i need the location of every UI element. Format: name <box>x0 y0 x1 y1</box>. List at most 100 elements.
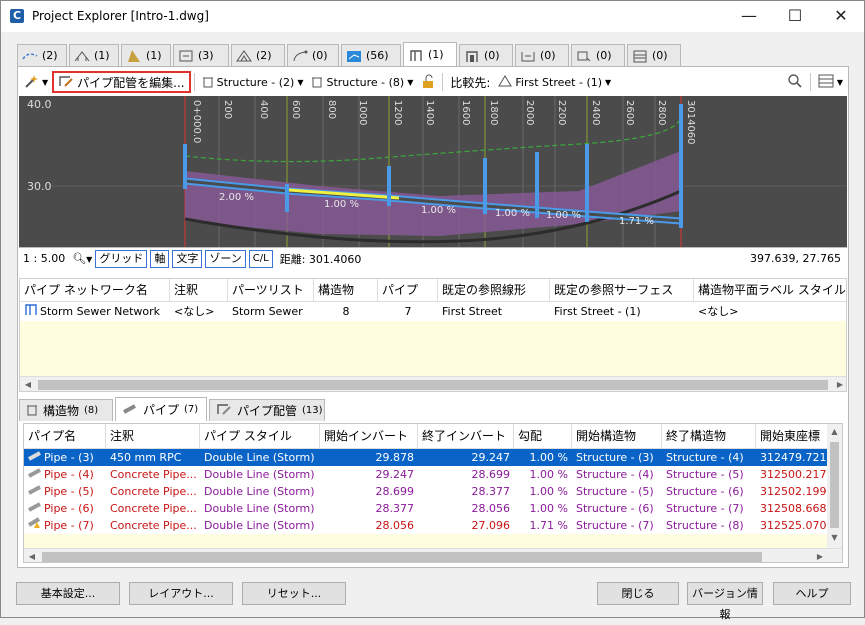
tab-point-groups[interactable]: (0) <box>571 44 625 66</box>
slope-label: 1.00 % <box>546 210 581 221</box>
column-header[interactable]: 構造物 <box>314 279 378 302</box>
tab-count: (8) <box>84 405 99 416</box>
scrollbar-thumb[interactable] <box>42 552 762 562</box>
slope-label: 1.00 % <box>421 205 456 216</box>
zoom-dropdown[interactable]: 🔍︎▼ <box>72 252 92 265</box>
tab-sections[interactable]: (0) <box>515 44 569 66</box>
table-cell: 27.096 <box>471 519 511 532</box>
centerline-toggle[interactable]: C/L <box>248 249 273 268</box>
column-header[interactable]: 勾配 <box>514 424 572 449</box>
pipe-run-icon <box>216 402 232 419</box>
start-structure-dropdown[interactable]: Structure - (2) ▼ <box>198 71 308 93</box>
column-header[interactable]: 終了構造物 <box>662 424 756 449</box>
tab-profile-views[interactable]: (56) <box>341 44 401 66</box>
horizontal-scrollbar[interactable]: ◀ ▶ <box>20 376 846 391</box>
pipe-icon <box>122 403 138 417</box>
view-options-dropdown[interactable]: ▼ <box>814 71 847 93</box>
scrollbar-thumb[interactable] <box>830 442 839 528</box>
tab-pipe-runs[interactable]: パイプ配管 (13) <box>209 399 325 421</box>
column-header[interactable]: パイプ スタイル <box>200 424 320 449</box>
column-header[interactable]: パイプ ネットワーク名 <box>20 279 170 302</box>
tab-bridges[interactable]: (1) <box>69 44 119 66</box>
tab-alignments[interactable]: (2) <box>17 44 67 66</box>
table-row[interactable]: Pipe - (7) Concrete Pipe... Double Line … <box>24 517 830 534</box>
alignment-icon <box>498 74 513 91</box>
pipes-grid-header: パイプ名 注釈 パイプ スタイル 開始インバート 終了インバート 勾配 開始構造… <box>24 424 842 449</box>
tab-structures[interactable]: 構造物 (8) <box>19 399 113 421</box>
end-structure-dropdown[interactable]: Structure - (8) ▼ <box>307 71 417 93</box>
pipe-name-cell: Pipe - (7) <box>24 517 106 534</box>
profile-toolbar: ▼ パイプ配管を編集... Structure - (2) ▼ Structur… <box>19 69 847 95</box>
table-row[interactable]: Pipe - (6) Concrete Pipe... Double Line … <box>24 500 830 517</box>
scroll-down-icon[interactable]: ▼ <box>827 530 842 546</box>
civil3d-app-icon: C <box>10 9 24 23</box>
tab-pressure-networks[interactable]: (0) <box>459 44 513 66</box>
column-header[interactable]: 既定の参照線形 <box>438 279 550 302</box>
column-header[interactable]: パーツリスト <box>228 279 314 302</box>
column-header[interactable]: パイプ名 <box>24 424 106 449</box>
text-toggle[interactable]: 文字 <box>172 249 203 268</box>
scroll-right-icon[interactable]: ▶ <box>812 549 828 562</box>
column-header[interactable]: パイプ <box>378 279 438 302</box>
column-header[interactable]: 開始東座標 <box>756 424 830 449</box>
table-row[interactable]: Storm Sewer Network <なし> Storm Sewer 8 7… <box>20 302 846 321</box>
maximize-button[interactable]: ☐ <box>772 1 818 32</box>
table-row[interactable]: Pipe - (4) Concrete Pipe... Double Line … <box>24 466 830 483</box>
options-dropdown[interactable]: ▼ <box>19 71 52 93</box>
column-header[interactable]: 注釈 <box>170 279 228 302</box>
tab-pipe-networks[interactable]: (1) <box>403 42 457 66</box>
scale-value[interactable]: 1 : 5.00 <box>23 252 65 265</box>
tab-surfaces[interactable]: (2) <box>231 44 285 66</box>
slope-label: 1.00 % <box>495 208 530 219</box>
zoom-button[interactable] <box>783 71 807 93</box>
close-window-button[interactable]: ✕ <box>818 1 864 32</box>
scroll-up-icon[interactable]: ▲ <box>827 424 842 440</box>
grid-toggle[interactable]: グリッド <box>95 249 148 268</box>
zone-toggle[interactable]: ゾーン <box>205 249 246 268</box>
scroll-left-icon[interactable]: ◀ <box>20 377 36 391</box>
tab-pipes[interactable]: パイプ (7) <box>115 397 207 421</box>
column-header[interactable]: 構造物平面ラベル スタイル <box>694 279 846 302</box>
tab-featurelines[interactable]: (0) <box>287 44 339 66</box>
reset-button[interactable]: リセット... <box>242 582 346 605</box>
table-row[interactable]: Pipe - (5) Concrete Pipe... Double Line … <box>24 483 830 500</box>
version-info-button[interactable]: バージョン情報 <box>687 582 763 621</box>
network-grid-header: パイプ ネットワーク名 注釈 パーツリスト 構造物 パイプ 既定の参照線形 既定… <box>20 279 846 302</box>
scroll-right-icon[interactable]: ▶ <box>832 377 846 391</box>
help-button[interactable]: ヘルプ <box>773 582 851 605</box>
chevron-down-icon: ▼ <box>407 77 414 87</box>
column-header[interactable]: 開始構造物 <box>572 424 662 449</box>
pipe-network-icon <box>24 302 38 321</box>
edit-pipe-run-button[interactable]: パイプ配管を編集... <box>52 71 191 93</box>
axis-toggle[interactable]: 軸 <box>150 249 170 268</box>
table-icon <box>818 74 834 91</box>
column-header[interactable]: 既定の参照サーフェス <box>550 279 694 302</box>
tab-parcels[interactable]: (0) <box>627 44 681 66</box>
layout-button[interactable]: レイアウト... <box>129 582 233 605</box>
tab-assemblies[interactable]: (3) <box>173 44 229 66</box>
horizontal-scrollbar[interactable]: ◀ ▶ <box>24 548 842 562</box>
vertical-scrollbar[interactable]: ▲ ▼ <box>827 424 842 548</box>
minimize-button[interactable]: — <box>726 1 772 32</box>
compare-dropdown[interactable]: First Street - (1) ▼ <box>494 71 615 93</box>
close-button[interactable]: 閉じる <box>597 582 679 605</box>
station-label: 2800 <box>656 100 667 126</box>
table-cell: Double Line (Storm) <box>204 451 315 464</box>
scrollbar-thumb[interactable] <box>38 380 828 390</box>
tab-corridors[interactable]: (1) <box>121 44 171 66</box>
pipe-name-cell: Pipe - (3) <box>24 449 106 466</box>
table-cell: 7 <box>404 305 412 318</box>
scroll-left-icon[interactable]: ◀ <box>24 549 40 562</box>
station-label: 600 <box>290 100 301 120</box>
profile-view-canvas[interactable]: 40.0 30.0 0+000.0 200 400 600 800 1000 1… <box>19 96 847 247</box>
tab-count: (0) <box>484 49 500 62</box>
divider <box>809 73 811 91</box>
tab-label: パイプ <box>143 403 180 417</box>
column-header[interactable]: 終了インバート <box>418 424 514 449</box>
settings-button[interactable]: 基本設定... <box>16 582 120 605</box>
lock-button[interactable] <box>417 71 439 93</box>
table-row[interactable]: Pipe - (3) 450 mm RPC Double Line (Storm… <box>24 449 830 466</box>
column-header[interactable]: 注釈 <box>106 424 200 449</box>
column-header[interactable]: 開始インバート <box>320 424 418 449</box>
tab-count: (0) <box>596 49 612 62</box>
